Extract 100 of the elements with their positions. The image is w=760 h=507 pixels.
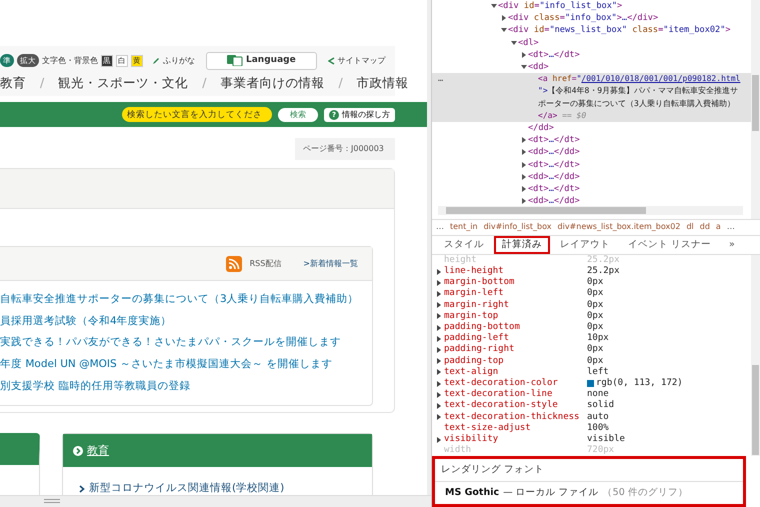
nav-separator: / <box>40 74 44 92</box>
expand-triangle-icon[interactable] <box>436 413 442 422</box>
property-name: padding-top <box>444 356 504 367</box>
color-swatch[interactable] <box>587 380 594 388</box>
nav-link[interactable]: 教育 <box>0 74 26 92</box>
breadcrumb-item[interactable]: a <box>716 221 721 234</box>
property-value: 0px <box>587 288 604 300</box>
markup-text[interactable]: <dt>…</dt> <box>528 182 580 196</box>
markup-text: </dd> <box>528 122 554 134</box>
breadcrumb-item[interactable]: dl <box>686 221 694 234</box>
news-link[interactable]: 員採用選考試験（令和4年度実施） <box>0 310 372 332</box>
breadcrumb-item[interactable]: tent_in <box>450 221 478 234</box>
property-name: text-decoration-line <box>444 389 552 400</box>
expand-triangle-icon[interactable] <box>436 334 442 343</box>
chevron-circle-icon <box>73 446 83 456</box>
expand-triangle-icon[interactable] <box>436 346 442 354</box>
property-value: left <box>587 366 609 378</box>
language-button[interactable]: Language <box>206 52 317 70</box>
news-link[interactable]: 年度 Model UN @MOIS ～さいたま市模擬国連大会～ を開催します <box>0 354 372 376</box>
property-name: text-size-adjust <box>444 422 531 434</box>
markup-text[interactable]: <div id="news_list_box" class="item_box02"> <box>508 24 731 37</box>
expand-triangle-icon[interactable] <box>436 268 442 276</box>
color-label: 文字色・背景色 <box>42 54 98 67</box>
font-source: — ローカル ファイル <box>503 486 599 500</box>
language-icon <box>227 55 243 66</box>
expand-triangle-icon[interactable] <box>436 402 442 410</box>
sitemap-link[interactable]: サイトマップ <box>338 54 386 67</box>
breadcrumb-item[interactable]: … <box>436 221 444 234</box>
expand-triangle-icon[interactable] <box>436 380 442 388</box>
expand-triangle-icon[interactable] <box>436 368 442 376</box>
share-icon <box>328 56 335 65</box>
expand-triangle-icon[interactable] <box>436 436 442 444</box>
expand-triangle-icon[interactable] <box>436 357 442 366</box>
overflow-tab[interactable]: » <box>721 236 743 254</box>
news-list-link[interactable]: >新着情報一覧 <box>303 258 358 270</box>
property-value: 720px <box>587 445 614 456</box>
expand-triangle-icon[interactable] <box>436 390 442 399</box>
selected-dom-row[interactable]: … <a href="/001/010/018/001/001/p090182.html ">【令和4年8・9月募集】パパ・ママ自転車安全推進サポーターの募集について（3人乗り自転車購入費補助） </a> == $0 <box>432 73 751 122</box>
markup-text[interactable]: <dt>…</dt> <box>528 158 580 171</box>
rss-link[interactable]: RSS配信 <box>250 258 282 270</box>
href-link[interactable]: /001/010/018/001/001/p090182.html <box>581 74 740 84</box>
search-button[interactable]: 検索 <box>278 108 318 122</box>
property-value: 0px <box>587 300 604 311</box>
furigana-link[interactable]: ふりがな <box>163 54 195 67</box>
pencil-icon <box>152 56 160 65</box>
category-link[interactable]: 新型コロナウイルス関連情報(学校関連) <box>89 481 284 495</box>
property-name: margin-right <box>444 300 510 311</box>
markup-text[interactable]: <div id="info_list_box"> <box>498 0 622 12</box>
property-name: height <box>444 254 477 266</box>
more-marker[interactable]: … <box>438 73 444 86</box>
nav-link[interactable]: 事業者向けの情報 <box>220 74 324 92</box>
drag-handle-icon[interactable] <box>44 499 60 504</box>
panel-tab[interactable]: スタイル <box>436 236 492 254</box>
markup-text[interactable]: <div class="info_box">…</div> <box>508 12 658 24</box>
expand-triangle-icon[interactable] <box>436 324 442 332</box>
property-value: none <box>587 389 609 400</box>
expand-triangle-icon[interactable] <box>436 312 442 320</box>
property-value: auto <box>587 412 609 423</box>
property-value: 25.2px <box>587 254 620 266</box>
breadcrumb-item[interactable]: … <box>726 221 735 234</box>
property-value: 25.2px <box>587 266 620 277</box>
markup-text[interactable]: <dd>…</dd> <box>528 195 580 208</box>
property-value: 0px <box>587 344 604 356</box>
nav-link[interactable]: 観光・スポーツ・文化 <box>58 74 188 92</box>
nav-link[interactable]: 市政情報 <box>356 74 409 92</box>
markup-text[interactable]: <dt>…</dt> <box>528 48 580 61</box>
markup-text: <a href="/001/010/018/001/001/p090182.html ">【令和4年8・9月募集】パパ・ママ自転車安全推進サポーターの募集について（3人乗り自転車購入費補助） </a> == $0 <box>538 73 742 122</box>
expand-triangle-icon[interactable] <box>436 290 442 298</box>
scrollbar[interactable] <box>427 0 431 495</box>
category-title-link[interactable]: 教育 <box>87 442 109 459</box>
expand-triangle-icon[interactable] <box>436 278 442 287</box>
property-value: 0px <box>587 322 604 333</box>
horizontal-scrollbar[interactable] <box>438 206 743 215</box>
rss-icon[interactable] <box>226 256 242 272</box>
news-link[interactable]: 自転車安全推進サポーターの募集について（3人乗り自転車購入費補助） <box>0 289 372 311</box>
search-field[interactable]: 検索したい文言を入力してくださ <box>122 107 272 122</box>
property-name: text-decoration-style <box>444 400 558 412</box>
property-name: padding-right <box>444 344 514 356</box>
property-value: rgb(0, 113, 172) <box>596 378 683 390</box>
breadcrumb-item[interactable]: dd <box>700 221 710 234</box>
markup-text[interactable]: <dd>…</dd> <box>528 170 580 183</box>
scrollbar[interactable] <box>751 254 760 456</box>
property-value: 0px <box>587 310 604 322</box>
breadcrumb-item[interactable]: div#news_list_box.item_box02 <box>558 221 680 234</box>
panel-tab[interactable]: イベント リスナー <box>620 236 720 254</box>
news-link[interactable]: 別支援学校 臨時的任用等教職員の登録 <box>0 376 372 398</box>
expand-triangle-icon[interactable] <box>436 301 442 310</box>
markup-text[interactable]: <dl> <box>518 36 539 49</box>
markup-text[interactable]: <dt>…</dt> <box>528 134 580 146</box>
news-link[interactable]: 実践できる！パパ友ができる！さいたまパパ・スクールを開催します <box>0 332 372 354</box>
property-name: visibility <box>444 434 498 445</box>
scrollbar[interactable] <box>751 0 760 219</box>
property-name: margin-top <box>444 310 498 322</box>
panel-tab[interactable]: 計算済み <box>494 236 550 254</box>
markup-text[interactable]: <dd>…</dd> <box>528 146 580 159</box>
property-name: padding-left <box>444 333 510 344</box>
markup-text[interactable]: <dd> <box>528 60 549 74</box>
panel-tab[interactable]: レイアウト <box>552 236 618 254</box>
breadcrumb-item[interactable]: div#info_list_box <box>484 221 552 234</box>
chevron-icon <box>79 485 85 494</box>
